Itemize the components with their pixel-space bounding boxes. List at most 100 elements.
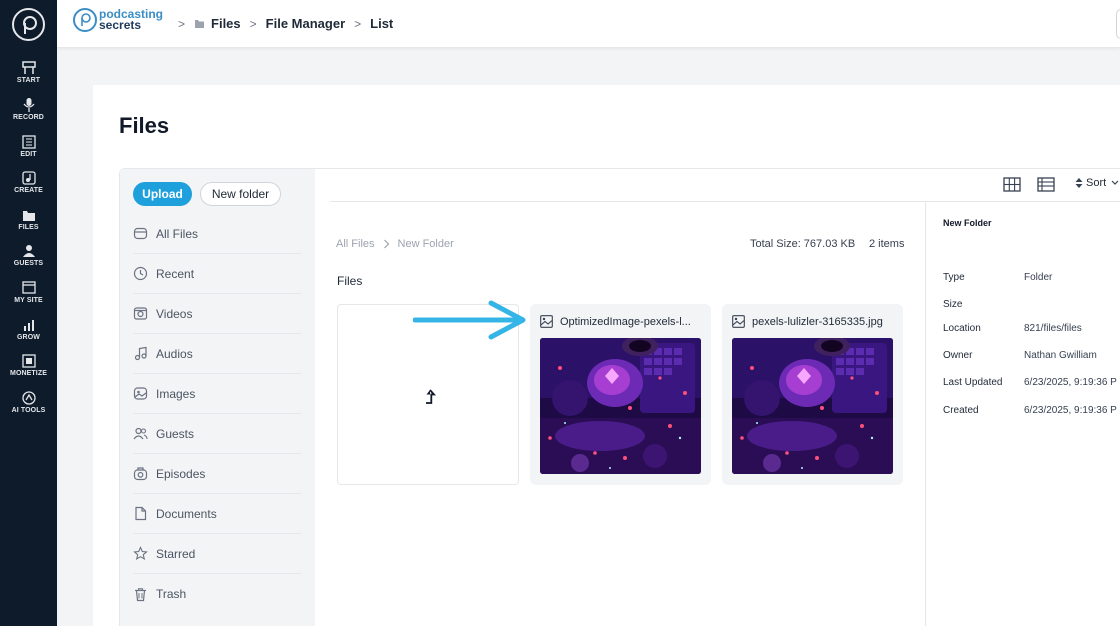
sidebar-item-guests[interactable]: Guests [133,414,301,454]
chevron-right-icon: > [354,16,362,31]
path-all-files[interactable]: All Files [336,238,375,250]
rail-label: RECORD [13,114,44,121]
breadcrumb: > Files > File Manager > List [169,16,393,31]
folder-icon [195,20,205,28]
sidebar-item-label: Audios [156,346,193,361]
detail-key: Owner [943,350,973,361]
sidebar-item-trash[interactable]: Trash [133,574,301,614]
path-current-folder: New Folder [397,238,454,250]
file-name: OptimizedImage-pexels-l... [560,315,691,328]
file-thumbnail [732,338,893,474]
rail-item-start[interactable]: START [0,61,57,84]
image-icon [133,387,148,400]
sidebar-item-images[interactable]: Images [133,374,301,414]
rail-item-grow[interactable]: GROW [0,318,57,341]
detail-value: Folder [1024,272,1053,283]
document-icon [135,506,147,521]
rail-label: GUESTS [13,260,44,267]
chevron-right-icon: > [249,16,257,31]
breadcrumb-files[interactable]: Files [211,16,241,31]
rail-item-files[interactable]: FILES [0,208,57,231]
new-folder-button[interactable]: New folder [200,182,281,206]
detail-key: Type [943,272,965,283]
sort-label: Sort [1086,177,1107,189]
rail-item-edit[interactable]: EDIT [0,135,57,158]
breadcrumb-list: List [370,16,394,31]
image-icon [540,315,553,328]
item-count: 2 items [869,238,905,250]
monetize-icon [21,354,36,368]
sidebar-item-documents[interactable]: Documents [133,494,301,534]
total-size: Total Size: 767.03 KB [750,238,856,250]
sort-icon [1075,178,1083,188]
app-logo-icon[interactable] [12,8,45,41]
music-note-icon [21,171,36,185]
details-title: New Folder [943,218,992,228]
rail-label: CREATE [14,187,43,194]
sidebar-item-label: Documents [156,506,217,521]
grid-view-icon[interactable] [1003,177,1021,192]
sidebar-item-label: Trash [156,587,187,601]
trash-icon [135,587,146,601]
rail-item-guests[interactable]: GUESTS [0,244,57,267]
sidebar-item-label: Videos [156,306,193,321]
chevron-right-icon [383,239,389,249]
detail-key: Last Updated [943,377,1003,388]
files-section-label: Files [337,274,363,288]
rail-label: MY SITE [14,297,43,304]
sidebar-item-label: Recent [156,266,195,281]
sidebar-item-all-files[interactable]: All Files [133,214,301,254]
rail-label: EDIT [20,151,37,158]
file-tile[interactable]: pexels-lulizler-3165335.jpg [722,304,903,485]
rail-label: GROW [17,334,40,341]
detail-value: 821/files/files [1024,323,1082,334]
brand-logo[interactable]: podcasting secrets [73,8,163,32]
rail-label: AI TOOLS [11,407,46,414]
rail-item-ai-tools[interactable]: AI TOOLS [0,391,57,414]
episodes-icon [133,467,148,481]
sidebar-item-starred[interactable]: Starred [133,534,301,574]
sidebar-item-label: Images [156,386,196,401]
rail-label: FILES [18,224,39,231]
guests-icon [22,245,35,257]
rail-label: MONETIZE [10,370,47,377]
sidebar-item-recent[interactable]: Recent [133,254,301,294]
chevron-right-icon: > [178,16,186,31]
rail-item-monetize[interactable]: MONETIZE [0,354,57,377]
detail-key: Location [943,323,981,334]
annotation-arrow-icon [413,300,526,340]
rail-item-create[interactable]: CREATE [0,171,57,194]
folder-icon [133,227,148,240]
detail-value: 6/23/2025, 9:19:36 P [1024,377,1117,388]
sort-button[interactable]: Sort [1075,177,1119,189]
level-up-icon [426,389,437,404]
music-icon [134,346,147,361]
rail-item-my-site[interactable]: MY SITE [0,281,57,304]
upload-button[interactable]: Upload [133,182,192,206]
detail-value: Nathan Gwilliam [1024,350,1097,361]
edit-icon [21,135,36,149]
folder-icon [22,211,35,221]
microphone-icon [23,98,34,112]
ai-icon [21,391,36,405]
file-tile[interactable]: OptimizedImage-pexels-l... [530,304,711,485]
clock-icon [133,266,148,281]
sidebar-item-episodes[interactable]: Episodes [133,454,301,494]
list-view-icon[interactable] [1037,177,1055,192]
top-bar: podcasting secrets > Files > File Manage… [57,0,1120,48]
sidebar-item-videos[interactable]: Videos [133,294,301,334]
sidebar-item-label: Guests [156,426,195,441]
detail-key: Size [943,299,963,310]
sidebar-item-label: Episodes [156,466,206,481]
sidebar-item-label: All Files [156,226,199,241]
folder-path: All Files New Folder [336,238,454,250]
header-control-edge[interactable] [1116,9,1120,39]
breadcrumb-file-manager[interactable]: File Manager [266,16,345,31]
rail-item-record[interactable]: RECORD [0,98,57,121]
video-icon [133,307,148,320]
sidebar-item-audios[interactable]: Audios [133,334,301,374]
sidebar-item-label: Starred [156,546,196,561]
image-icon [732,315,745,328]
site-icon [21,281,36,294]
brand-line-2: secrets [99,18,142,32]
